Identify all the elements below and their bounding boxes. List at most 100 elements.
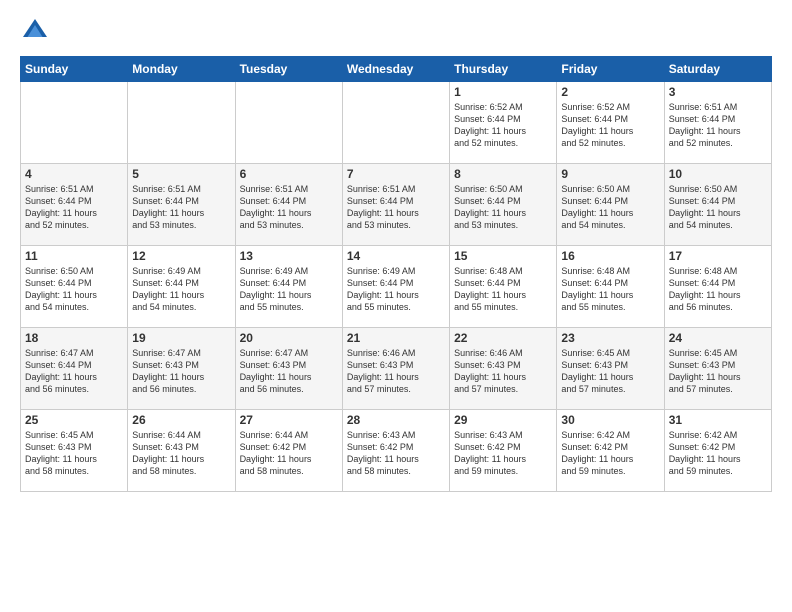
day-info: Sunrise: 6:47 AM Sunset: 6:43 PM Dayligh…	[132, 347, 230, 396]
day-info: Sunrise: 6:45 AM Sunset: 6:43 PM Dayligh…	[561, 347, 659, 396]
day-cell: 17 Sunrise: 6:48 AM Sunset: 6:44 PM Dayli…	[664, 246, 771, 328]
logo-icon	[20, 16, 50, 46]
day-number: 17	[669, 249, 767, 263]
day-number: 8	[454, 167, 552, 181]
day-cell: 11 Sunrise: 6:50 AM Sunset: 6:44 PM Dayli…	[21, 246, 128, 328]
day-cell: 20 Sunrise: 6:47 AM Sunset: 6:43 PM Dayli…	[235, 328, 342, 410]
day-cell: 16 Sunrise: 6:48 AM Sunset: 6:44 PM Dayli…	[557, 246, 664, 328]
header-cell-friday: Friday	[557, 57, 664, 82]
week-row-3: 11 Sunrise: 6:50 AM Sunset: 6:44 PM Dayli…	[21, 246, 772, 328]
day-number: 30	[561, 413, 659, 427]
day-info: Sunrise: 6:42 AM Sunset: 6:42 PM Dayligh…	[561, 429, 659, 478]
day-info: Sunrise: 6:48 AM Sunset: 6:44 PM Dayligh…	[669, 265, 767, 314]
day-cell: 22Sunrise: 6:46 AM Sunset: 6:43 PM Dayli…	[450, 328, 557, 410]
day-number: 3	[669, 85, 767, 99]
day-info: Sunrise: 6:44 AM Sunset: 6:43 PM Dayligh…	[132, 429, 230, 478]
day-info: Sunrise: 6:52 AM Sunset: 6:44 PM Dayligh…	[454, 101, 552, 150]
day-cell: 18 Sunrise: 6:47 AM Sunset: 6:44 PM Dayli…	[21, 328, 128, 410]
day-info: Sunrise: 6:43 AM Sunset: 6:42 PM Dayligh…	[454, 429, 552, 478]
day-number: 24	[669, 331, 767, 345]
day-number: 11	[25, 249, 123, 263]
day-cell: 5 Sunrise: 6:51 AM Sunset: 6:44 PM Daylig…	[128, 164, 235, 246]
day-number: 20	[240, 331, 338, 345]
day-number: 15	[454, 249, 552, 263]
day-cell: 8 Sunrise: 6:50 AM Sunset: 6:44 PM Daylig…	[450, 164, 557, 246]
day-number: 29	[454, 413, 552, 427]
header-cell-thursday: Thursday	[450, 57, 557, 82]
day-number: 9	[561, 167, 659, 181]
day-cell	[235, 82, 342, 164]
header-cell-sunday: Sunday	[21, 57, 128, 82]
day-cell: 14 Sunrise: 6:49 AM Sunset: 6:44 PM Dayli…	[342, 246, 449, 328]
day-number: 16	[561, 249, 659, 263]
day-info: Sunrise: 6:49 AM Sunset: 6:44 PM Dayligh…	[240, 265, 338, 314]
day-info: Sunrise: 6:47 AM Sunset: 6:44 PM Dayligh…	[25, 347, 123, 396]
day-cell: 10Sunrise: 6:50 AM Sunset: 6:44 PM Dayli…	[664, 164, 771, 246]
day-cell: 23 Sunrise: 6:45 AM Sunset: 6:43 PM Dayli…	[557, 328, 664, 410]
day-info: Sunrise: 6:45 AM Sunset: 6:43 PM Dayligh…	[25, 429, 123, 478]
day-info: Sunrise: 6:43 AM Sunset: 6:42 PM Dayligh…	[347, 429, 445, 478]
header	[20, 16, 772, 46]
day-cell: 21 Sunrise: 6:46 AM Sunset: 6:43 PM Dayli…	[342, 328, 449, 410]
week-row-1: 1 Sunrise: 6:52 AM Sunset: 6:44 PM Daylig…	[21, 82, 772, 164]
week-row-5: 25 Sunrise: 6:45 AM Sunset: 6:43 PM Dayli…	[21, 410, 772, 492]
week-row-4: 18 Sunrise: 6:47 AM Sunset: 6:44 PM Dayli…	[21, 328, 772, 410]
day-info: Sunrise: 6:51 AM Sunset: 6:44 PM Dayligh…	[347, 183, 445, 232]
day-cell	[342, 82, 449, 164]
day-number: 18	[25, 331, 123, 345]
day-cell: 13 Sunrise: 6:49 AM Sunset: 6:44 PM Dayli…	[235, 246, 342, 328]
header-cell-wednesday: Wednesday	[342, 57, 449, 82]
day-cell: 2 Sunrise: 6:52 AM Sunset: 6:44 PM Daylig…	[557, 82, 664, 164]
day-number: 21	[347, 331, 445, 345]
header-cell-saturday: Saturday	[664, 57, 771, 82]
day-cell: 4Sunrise: 6:51 AM Sunset: 6:44 PM Daylig…	[21, 164, 128, 246]
day-info: Sunrise: 6:51 AM Sunset: 6:44 PM Dayligh…	[669, 101, 767, 150]
day-cell: 30 Sunrise: 6:42 AM Sunset: 6:42 PM Dayli…	[557, 410, 664, 492]
day-cell: 7 Sunrise: 6:51 AM Sunset: 6:44 PM Daylig…	[342, 164, 449, 246]
day-cell: 12 Sunrise: 6:49 AM Sunset: 6:44 PM Dayli…	[128, 246, 235, 328]
day-info: Sunrise: 6:50 AM Sunset: 6:44 PM Dayligh…	[25, 265, 123, 314]
day-info: Sunrise: 6:48 AM Sunset: 6:44 PM Dayligh…	[561, 265, 659, 314]
day-cell	[128, 82, 235, 164]
day-number: 22	[454, 331, 552, 345]
day-info: Sunrise: 6:51 AM Sunset: 6:44 PM Dayligh…	[132, 183, 230, 232]
day-number: 6	[240, 167, 338, 181]
day-info: Sunrise: 6:46 AM Sunset: 6:43 PM Dayligh…	[347, 347, 445, 396]
day-info: Sunrise: 6:48 AM Sunset: 6:44 PM Dayligh…	[454, 265, 552, 314]
day-number: 12	[132, 249, 230, 263]
day-cell: 27Sunrise: 6:44 AM Sunset: 6:42 PM Dayli…	[235, 410, 342, 492]
day-number: 28	[347, 413, 445, 427]
day-info: Sunrise: 6:44 AM Sunset: 6:42 PM Dayligh…	[240, 429, 338, 478]
day-info: Sunrise: 6:47 AM Sunset: 6:43 PM Dayligh…	[240, 347, 338, 396]
day-number: 7	[347, 167, 445, 181]
day-number: 5	[132, 167, 230, 181]
day-info: Sunrise: 6:42 AM Sunset: 6:42 PM Dayligh…	[669, 429, 767, 478]
day-info: Sunrise: 6:51 AM Sunset: 6:44 PM Dayligh…	[240, 183, 338, 232]
day-number: 2	[561, 85, 659, 99]
calendar: SundayMondayTuesdayWednesdayThursdayFrid…	[20, 56, 772, 492]
day-info: Sunrise: 6:50 AM Sunset: 6:44 PM Dayligh…	[454, 183, 552, 232]
day-number: 13	[240, 249, 338, 263]
header-cell-monday: Monday	[128, 57, 235, 82]
day-info: Sunrise: 6:45 AM Sunset: 6:43 PM Dayligh…	[669, 347, 767, 396]
week-row-2: 4Sunrise: 6:51 AM Sunset: 6:44 PM Daylig…	[21, 164, 772, 246]
header-row: SundayMondayTuesdayWednesdayThursdayFrid…	[21, 57, 772, 82]
day-number: 14	[347, 249, 445, 263]
day-cell: 26 Sunrise: 6:44 AM Sunset: 6:43 PM Dayli…	[128, 410, 235, 492]
day-cell: 15 Sunrise: 6:48 AM Sunset: 6:44 PM Dayli…	[450, 246, 557, 328]
day-number: 1	[454, 85, 552, 99]
calendar-body: 1 Sunrise: 6:52 AM Sunset: 6:44 PM Daylig…	[21, 82, 772, 492]
day-number: 26	[132, 413, 230, 427]
day-number: 25	[25, 413, 123, 427]
day-number: 23	[561, 331, 659, 345]
logo	[20, 16, 54, 46]
day-cell: 19Sunrise: 6:47 AM Sunset: 6:43 PM Dayli…	[128, 328, 235, 410]
page-container: SundayMondayTuesdayWednesdayThursdayFrid…	[0, 0, 792, 502]
day-info: Sunrise: 6:50 AM Sunset: 6:44 PM Dayligh…	[561, 183, 659, 232]
day-info: Sunrise: 6:49 AM Sunset: 6:44 PM Dayligh…	[347, 265, 445, 314]
day-info: Sunrise: 6:52 AM Sunset: 6:44 PM Dayligh…	[561, 101, 659, 150]
day-cell: 1 Sunrise: 6:52 AM Sunset: 6:44 PM Daylig…	[450, 82, 557, 164]
day-cell: 28 Sunrise: 6:43 AM Sunset: 6:42 PM Dayli…	[342, 410, 449, 492]
day-cell: 9 Sunrise: 6:50 AM Sunset: 6:44 PM Daylig…	[557, 164, 664, 246]
day-info: Sunrise: 6:49 AM Sunset: 6:44 PM Dayligh…	[132, 265, 230, 314]
